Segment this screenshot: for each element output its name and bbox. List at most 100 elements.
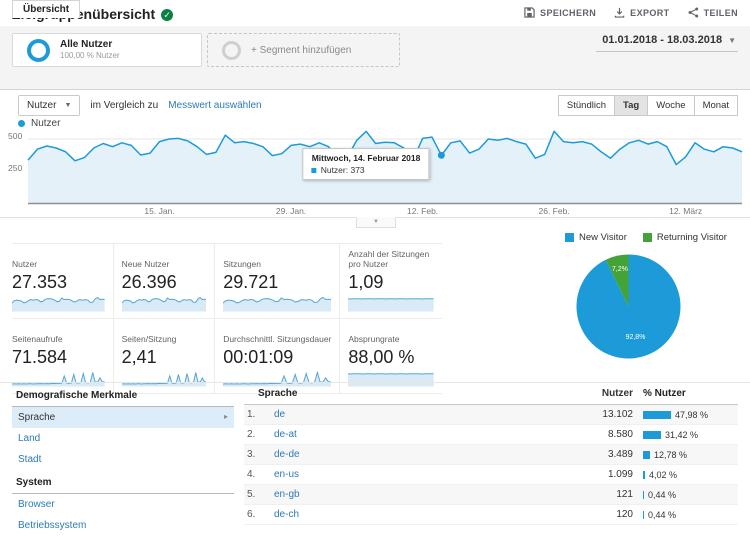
compare-label: im Vergleich zu bbox=[90, 100, 159, 111]
row-language: de-ch bbox=[263, 509, 548, 520]
pct-value: 4,02 % bbox=[649, 469, 678, 480]
x-axis-tick: 15. Jan. bbox=[144, 206, 175, 216]
scorecard-value: 29.721 bbox=[223, 272, 279, 292]
row-users: 121 bbox=[616, 489, 633, 500]
visitor-type-pie-chart[interactable]: 92,8% 7,2% bbox=[575, 253, 682, 365]
row-pct: 0,44 % bbox=[633, 510, 738, 520]
column-header-sprache[interactable]: Sprache bbox=[244, 388, 548, 399]
row-language: de bbox=[263, 409, 548, 420]
scorecard-grid: Nutzer 27.353 Neue Nutzer 26.396 Sitzungen 29… bbox=[12, 243, 442, 394]
row-pct: 47,98 % bbox=[633, 410, 738, 420]
row-pct: 0,44 % bbox=[633, 490, 738, 500]
pct-value: 47,98 % bbox=[675, 409, 709, 420]
pie-slice-label: 92,8% bbox=[626, 334, 646, 341]
segment-all-users[interactable]: Alle Nutzer 100,00 % Nutzer bbox=[12, 33, 202, 67]
dimension-sidebar: Demografische Merkmale Sprache ▸ Land Stadt S… bbox=[12, 383, 234, 536]
save-icon bbox=[524, 7, 535, 18]
row-rank: 1. bbox=[247, 409, 256, 420]
language-link-en-gb[interactable]: en-gb bbox=[274, 489, 300, 500]
language-link-en-us[interactable]: en-us bbox=[274, 469, 299, 480]
new-visitor-swatch-icon bbox=[565, 233, 574, 242]
table-row-de: 1. de 13.102 47,98 % bbox=[244, 405, 738, 425]
sidebar-item-browser[interactable]: Browser bbox=[12, 494, 234, 515]
date-range-picker[interactable]: 01.01.2018 - 18.03.2018 ▼ bbox=[596, 31, 738, 52]
row-users: 1.099 bbox=[607, 469, 633, 480]
tab-uebersicht[interactable]: Übersicht bbox=[12, 0, 81, 18]
pct-value: 31,42 % bbox=[665, 429, 699, 440]
returning-visitor-swatch-icon bbox=[642, 233, 652, 242]
chart-collapse-handle[interactable]: ▼ bbox=[356, 217, 396, 228]
sidebar-item-sprache[interactable]: Sprache ▸ bbox=[12, 407, 234, 428]
chart-legend: Nutzer bbox=[18, 118, 60, 129]
scorecard-label: Neue Nutzer bbox=[121, 259, 170, 270]
row-rank: 2. bbox=[247, 429, 256, 440]
pct-bar bbox=[643, 490, 644, 499]
sidebar-item-betriebssystem[interactable]: Betriebssystem bbox=[12, 515, 234, 536]
save-button[interactable]: SPEICHERN bbox=[524, 7, 596, 18]
share-button[interactable]: TEILEN bbox=[688, 7, 738, 18]
language-link-de-at[interactable]: de-at bbox=[274, 429, 297, 440]
row-rank: 6. bbox=[247, 509, 256, 520]
scorecard-sitzungen: Sitzungen 29.721 bbox=[215, 244, 341, 319]
sidebar-section-demografische-merkmale: Demografische Merkmale bbox=[12, 383, 234, 407]
sparkline-chart bbox=[12, 296, 105, 312]
row-pct: 31,42 % bbox=[633, 430, 738, 440]
scorecard-label: Nutzer bbox=[12, 259, 38, 270]
scorecard-value: 71.584 bbox=[12, 347, 68, 367]
sidebar-item-land[interactable]: Land bbox=[12, 428, 234, 449]
users-over-time-chart: 500 250 15. Jan. 29. Jan. 12. Feb. 26. Feb.… bbox=[0, 130, 750, 230]
download-icon bbox=[614, 7, 625, 18]
scorecard-value: 2,41 bbox=[121, 347, 157, 367]
legend-new-visitor: New Visitor bbox=[565, 232, 627, 243]
segment-strip: Alle Nutzer 100,00 % Nutzer + Segment hi… bbox=[0, 26, 750, 72]
segment-subtitle: 100,00 % Nutzer bbox=[60, 51, 120, 60]
returning-visitor-label: Returning Visitor bbox=[656, 232, 727, 243]
tooltip-date: Mittwoch, 14. Februar 2018 bbox=[311, 153, 421, 163]
scorecard-value: 26.396 bbox=[121, 272, 177, 292]
row-users: 3.489 bbox=[607, 449, 633, 460]
row-language: de-at bbox=[263, 429, 548, 440]
scorecard-value: 00:01:09 bbox=[223, 347, 294, 367]
x-axis-tick: 26. Feb. bbox=[538, 206, 570, 216]
interval-button-monat[interactable]: Monat bbox=[693, 95, 738, 116]
metric-select-dropdown[interactable]: Nutzer ▼ bbox=[18, 95, 81, 116]
export-button[interactable]: EXPORT bbox=[614, 7, 669, 18]
table-row-en-gb: 5. en-gb 121 0,44 % bbox=[244, 485, 738, 505]
y-axis-tick-250: 250 bbox=[8, 163, 23, 173]
column-header-pct-nutzer[interactable]: % Nutzer bbox=[633, 388, 738, 399]
pct-bar bbox=[643, 430, 661, 439]
segment-title: Alle Nutzer bbox=[60, 39, 113, 50]
pct-bar bbox=[643, 450, 650, 459]
sidebar-item-stadt[interactable]: Stadt bbox=[12, 449, 234, 470]
chart-tooltip: Mittwoch, 14. Februar 2018 Nutzer: 373 bbox=[302, 148, 430, 180]
row-language: en-us bbox=[263, 469, 548, 480]
row-pct: 12,78 % bbox=[633, 450, 738, 460]
language-link-de[interactable]: de bbox=[274, 409, 285, 420]
pie-legend: New Visitor Returning Visitor bbox=[565, 232, 727, 243]
scorecard-value: 27.353 bbox=[12, 272, 68, 292]
export-label: EXPORT bbox=[630, 7, 670, 18]
column-header-nutzer[interactable]: Nutzer bbox=[548, 388, 633, 399]
interval-button-stündlich[interactable]: Stündlich bbox=[557, 95, 615, 116]
language-link-de-de[interactable]: de-de bbox=[274, 449, 300, 460]
row-rank: 5. bbox=[247, 489, 256, 500]
add-segment-label: + Segment hinzufügen bbox=[251, 44, 352, 56]
pct-bar bbox=[643, 470, 645, 479]
language-link-de-ch[interactable]: de-ch bbox=[274, 509, 299, 520]
interval-buttons: Stündlich Tag Woche Monat bbox=[557, 95, 738, 116]
select-metric-link[interactable]: Messwert auswählen bbox=[168, 100, 261, 111]
add-segment-button[interactable]: + Segment hinzufügen bbox=[207, 33, 400, 67]
segment-ring-icon bbox=[27, 38, 50, 62]
row-users: 8.580 bbox=[607, 429, 633, 440]
interval-button-woche[interactable]: Woche bbox=[647, 95, 695, 116]
language-table: Sprache Nutzer% Nutzer 1. de 13.102 47,98 % 2.… bbox=[244, 383, 738, 525]
scorecard-value: 1,09 bbox=[348, 272, 384, 292]
pct-value: 12,78 % bbox=[654, 449, 688, 460]
interval-button-tag[interactable]: Tag bbox=[614, 95, 649, 116]
table-row-de-ch: 6. de-ch 120 0,44 % bbox=[244, 505, 738, 525]
share-icon bbox=[688, 7, 699, 18]
pct-value: 0,44 % bbox=[648, 489, 677, 500]
x-axis-tick: 29. Jan. bbox=[275, 206, 307, 216]
segment-ring-gray-icon bbox=[222, 40, 241, 60]
tooltip-series-icon bbox=[311, 167, 317, 173]
